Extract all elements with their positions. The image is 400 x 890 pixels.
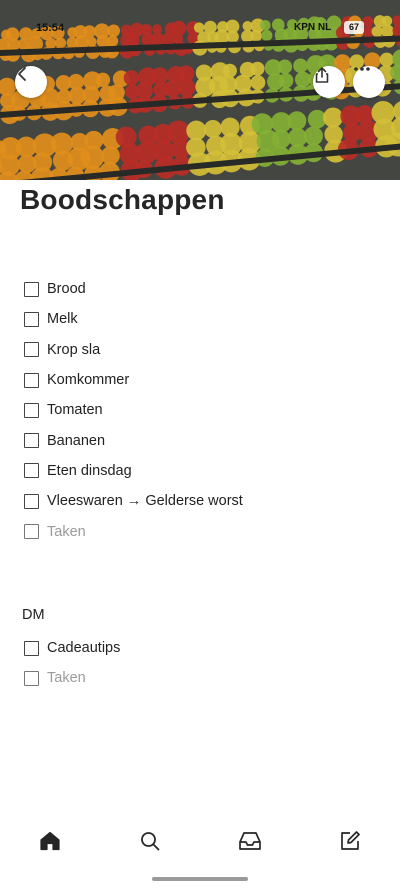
share-button[interactable] xyxy=(313,66,345,98)
search-icon xyxy=(141,832,160,851)
page-title[interactable]: Boodschappen xyxy=(20,184,225,216)
new-task-placeholder: Taken xyxy=(47,523,86,540)
checklist-item[interactable]: Bananen xyxy=(24,425,384,455)
battery-indicator: 67 xyxy=(344,21,364,34)
checklist-item[interactable]: Krop sla xyxy=(24,335,384,365)
new-task-input[interactable]: Taken xyxy=(24,516,384,546)
checkbox xyxy=(24,524,39,540)
nav-inbox[interactable] xyxy=(236,827,264,855)
checklist-item[interactable]: Brood xyxy=(24,274,384,304)
bottom-nav xyxy=(0,815,400,867)
inbox-icon xyxy=(239,832,261,850)
checklist-dm: Cadeautips Taken xyxy=(24,633,384,694)
compose-icon xyxy=(341,831,360,850)
checklist-item-label: Komkommer xyxy=(47,372,130,389)
nav-home[interactable] xyxy=(36,827,64,855)
note-page: 15:54 KPN NL 67 Boodschappen Brood Melk … xyxy=(0,0,400,890)
status-time: 15:54 xyxy=(36,22,65,34)
status-bar: 15:54 KPN NL 67 xyxy=(0,18,400,40)
checklist-item[interactable]: Komkommer xyxy=(24,365,384,395)
nav-search[interactable] xyxy=(136,827,164,855)
checklist-item[interactable]: Melk xyxy=(24,304,384,334)
checklist-item-label: Tomaten xyxy=(47,402,103,419)
share-icon xyxy=(315,67,329,83)
checkbox[interactable] xyxy=(24,311,39,327)
checklist-item[interactable]: Tomaten xyxy=(24,395,384,425)
checklist-item-label: Cadeautips xyxy=(47,640,121,657)
checkbox[interactable] xyxy=(24,433,39,449)
checklist-item-label: Vleeswaren → Gelderse worst xyxy=(47,493,243,510)
checklist-item[interactable]: Eten dinsdag xyxy=(24,456,384,486)
checkbox[interactable] xyxy=(24,493,39,509)
back-button[interactable] xyxy=(15,66,47,98)
checklist-item-label: Bananen xyxy=(47,432,106,449)
checkbox[interactable] xyxy=(24,402,39,418)
section-heading[interactable]: DM xyxy=(22,607,45,623)
home-indicator xyxy=(152,877,248,881)
checklist-item-label: Eten dinsdag xyxy=(47,462,132,479)
home-icon xyxy=(40,831,60,851)
cover-image: 15:54 KPN NL 67 xyxy=(0,0,400,180)
checkbox xyxy=(24,670,39,686)
checkbox[interactable] xyxy=(24,640,39,656)
checklist-item[interactable]: Vleeswaren → Gelderse worst xyxy=(24,486,384,516)
checklist-item-label: Melk xyxy=(47,311,78,328)
checkbox[interactable] xyxy=(24,372,39,388)
checklist-item[interactable]: Cadeautips xyxy=(24,633,384,663)
nav-compose[interactable] xyxy=(336,827,364,855)
chevron-left-icon xyxy=(18,67,26,81)
more-horizontal-icon xyxy=(354,67,370,71)
checkbox[interactable] xyxy=(24,463,39,479)
status-carrier: KPN NL xyxy=(294,22,332,33)
more-button[interactable] xyxy=(353,66,385,98)
checkbox[interactable] xyxy=(24,342,39,358)
checklist-boodschappen: Brood Melk Krop sla Komkommer Tomaten Ba… xyxy=(24,274,384,547)
checklist-item-label: Krop sla xyxy=(47,341,101,358)
checklist-item-label: Brood xyxy=(47,281,86,298)
checkbox[interactable] xyxy=(24,281,39,297)
new-task-input[interactable]: Taken xyxy=(24,663,384,693)
new-task-placeholder: Taken xyxy=(47,670,86,687)
